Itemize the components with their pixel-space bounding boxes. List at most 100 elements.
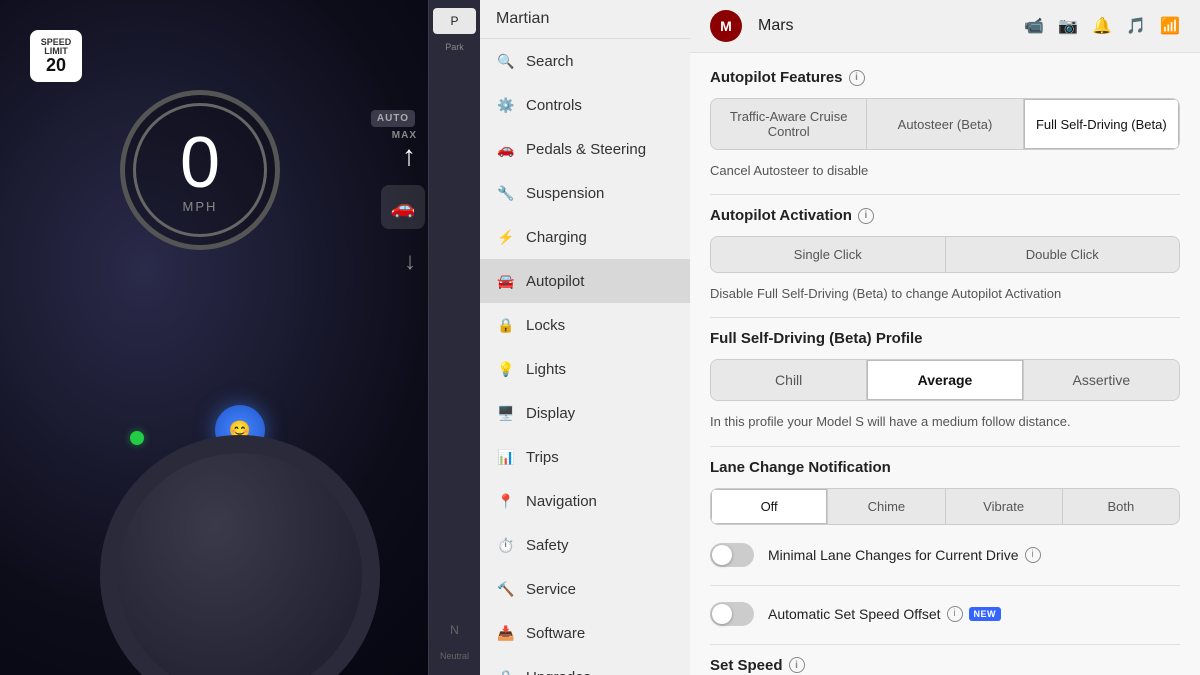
menu-label-safety: Safety (526, 537, 569, 554)
fsd-profile-group: Chill Average Assertive (710, 359, 1180, 401)
menu-label-controls: Controls (526, 97, 582, 114)
menu-item-software[interactable]: 📥 Software (480, 611, 690, 655)
pedals-icon: 🚗 (496, 139, 516, 159)
gear-neutral[interactable]: N (429, 617, 480, 643)
menu-item-pedals[interactable]: 🚗 Pedals & Steering (480, 127, 690, 171)
service-icon: 🔨 (496, 579, 516, 599)
lc-chime-btn[interactable]: Chime (828, 489, 945, 524)
current-speed: 0 (180, 127, 220, 199)
menu-item-suspension[interactable]: 🔧 Suspension (480, 171, 690, 215)
menu-item-search[interactable]: 🔍 Search (480, 39, 690, 83)
safety-icon: ⏱️ (496, 535, 516, 555)
cancel-autosteer-note: Cancel Autosteer to disable (710, 162, 1180, 180)
set-speed-label: Set Speed (710, 657, 783, 674)
bell-icon[interactable]: 🔔 (1092, 16, 1112, 36)
activation-title: Autopilot Activation i (710, 207, 1180, 224)
lane-change-title: Lane Change Notification (710, 459, 1180, 476)
lc-vibrate-btn[interactable]: Vibrate (946, 489, 1063, 524)
settings-header: M Mars 📹 📷 🔔 🎵 📶 (690, 0, 1200, 53)
autopilot-features-info-icon[interactable]: i (849, 70, 865, 86)
camera-icon[interactable]: 📷 (1058, 16, 1078, 36)
set-speed-info-icon[interactable]: i (789, 657, 805, 673)
menu-item-service[interactable]: 🔨 Service (480, 567, 690, 611)
divider-2 (710, 317, 1180, 318)
activation-info-icon[interactable]: i (858, 208, 874, 224)
menu-item-charging[interactable]: ⚡ Charging (480, 215, 690, 259)
divider-4 (710, 585, 1180, 586)
menu-label-upgrades: Upgrades (526, 669, 591, 675)
minimal-lane-info-icon[interactable]: i (1025, 547, 1041, 563)
bluetooth-icon[interactable]: 🎵 (1126, 16, 1146, 36)
auto-speed-info-icon[interactable]: i (947, 606, 963, 622)
video-icon[interactable]: 📹 (1024, 16, 1044, 36)
chill-profile-btn[interactable]: Chill (711, 360, 867, 400)
assertive-profile-btn[interactable]: Assertive (1024, 360, 1179, 400)
divider-3 (710, 446, 1180, 447)
menu-item-lights[interactable]: 💡 Lights (480, 347, 690, 391)
menu-item-controls[interactable]: ⚙️ Controls (480, 83, 690, 127)
display-icon: 🖥️ (496, 403, 516, 423)
settings-panel: M Mars 📹 📷 🔔 🎵 📶 Autopilot Features i Tr… (690, 0, 1200, 675)
divider-5 (710, 644, 1180, 645)
lc-off-btn[interactable]: Off (711, 489, 828, 524)
menu-top-label: Martian (496, 10, 549, 27)
controls-icon: ⚙️ (496, 95, 516, 115)
menu-label-pedals: Pedals & Steering (526, 141, 646, 158)
menu-label-charging: Charging (526, 229, 587, 246)
gear-park[interactable]: P (433, 8, 476, 34)
menu-label-search: Search (526, 53, 574, 70)
menu-item-display[interactable]: 🖥️ Display (480, 391, 690, 435)
speed-limit-sign: SPEED LIMIT 20 (30, 30, 82, 82)
autopilot-car-icon: 🚗 (381, 185, 425, 229)
menu-label-display: Display (526, 405, 575, 422)
menu-label-suspension: Suspension (526, 185, 604, 202)
single-click-option[interactable]: Single Click (711, 237, 946, 272)
lane-change-group: Off Chime Vibrate Both (710, 488, 1180, 525)
suspension-icon: 🔧 (496, 183, 516, 203)
header-icons-group: 📹 📷 🔔 🎵 📶 (1024, 16, 1180, 36)
gear-neutral-label: Neutral (429, 645, 480, 667)
menu-item-autopilot[interactable]: 🚘 Autopilot (480, 259, 690, 303)
divider-1 (710, 194, 1180, 195)
minimal-lane-text: Minimal Lane Changes for Current Drive (768, 547, 1019, 563)
average-profile-btn[interactable]: Average (867, 360, 1023, 400)
menu-label-locks: Locks (526, 317, 565, 334)
signal-icon[interactable]: 📶 (1160, 16, 1180, 36)
menu-item-safety[interactable]: ⏱️ Safety (480, 523, 690, 567)
lights-icon: 💡 (496, 359, 516, 379)
lc-both-btn[interactable]: Both (1063, 489, 1179, 524)
activation-label: Autopilot Activation (710, 207, 852, 224)
settings-content: Autopilot Features i Traffic-Aware Cruis… (690, 53, 1200, 675)
autopilot-features-group: Traffic-Aware Cruise Control Autosteer (… (710, 98, 1180, 150)
autopilot-features-label: Autopilot Features (710, 69, 843, 86)
menu-item-navigation[interactable]: 📍 Navigation (480, 479, 690, 523)
gear-selector: P Park N Neutral (428, 0, 480, 675)
menu-item-trips[interactable]: 📊 Trips (480, 435, 690, 479)
menu-panel: Martian 🔍 Search ⚙️ Controls 🚗 Pedals & … (480, 0, 690, 675)
double-click-option[interactable]: Double Click (946, 237, 1180, 272)
auto-speed-toggle[interactable] (710, 602, 754, 626)
menu-item-locks[interactable]: 🔒 Locks (480, 303, 690, 347)
software-icon: 📥 (496, 623, 516, 643)
fsd-option[interactable]: Full Self-Driving (Beta) (1024, 99, 1179, 149)
speedometer: 0 MPH (120, 90, 280, 250)
minimal-lane-toggle[interactable] (710, 543, 754, 567)
lane-change-label: Lane Change Notification (710, 459, 891, 476)
menu-header: Martian (480, 0, 690, 39)
fsd-profile-note: In this profile your Model S will have a… (710, 413, 1180, 431)
upgrades-icon: 🔒 (496, 667, 516, 675)
new-badge: NEW (969, 607, 1002, 621)
menu-label-service: Service (526, 581, 576, 598)
nav-arrow-up: ↑ (402, 140, 416, 172)
autosteer-option[interactable]: Autosteer (Beta) (867, 99, 1023, 149)
user-name: Mars (758, 17, 1008, 35)
fsd-profile-label: Full Self-Driving (Beta) Profile (710, 330, 923, 347)
search-icon: 🔍 (496, 51, 516, 71)
navigation-icon: 📍 (496, 491, 516, 511)
traffic-aware-option[interactable]: Traffic-Aware Cruise Control (711, 99, 867, 149)
fsd-profile-title: Full Self-Driving (Beta) Profile (710, 330, 1180, 347)
menu-item-upgrades[interactable]: 🔒 Upgrades (480, 655, 690, 675)
auto-speed-text: Automatic Set Speed Offset (768, 606, 941, 622)
minimal-lane-label: Minimal Lane Changes for Current Drive i (768, 547, 1041, 563)
activation-group: Single Click Double Click (710, 236, 1180, 273)
